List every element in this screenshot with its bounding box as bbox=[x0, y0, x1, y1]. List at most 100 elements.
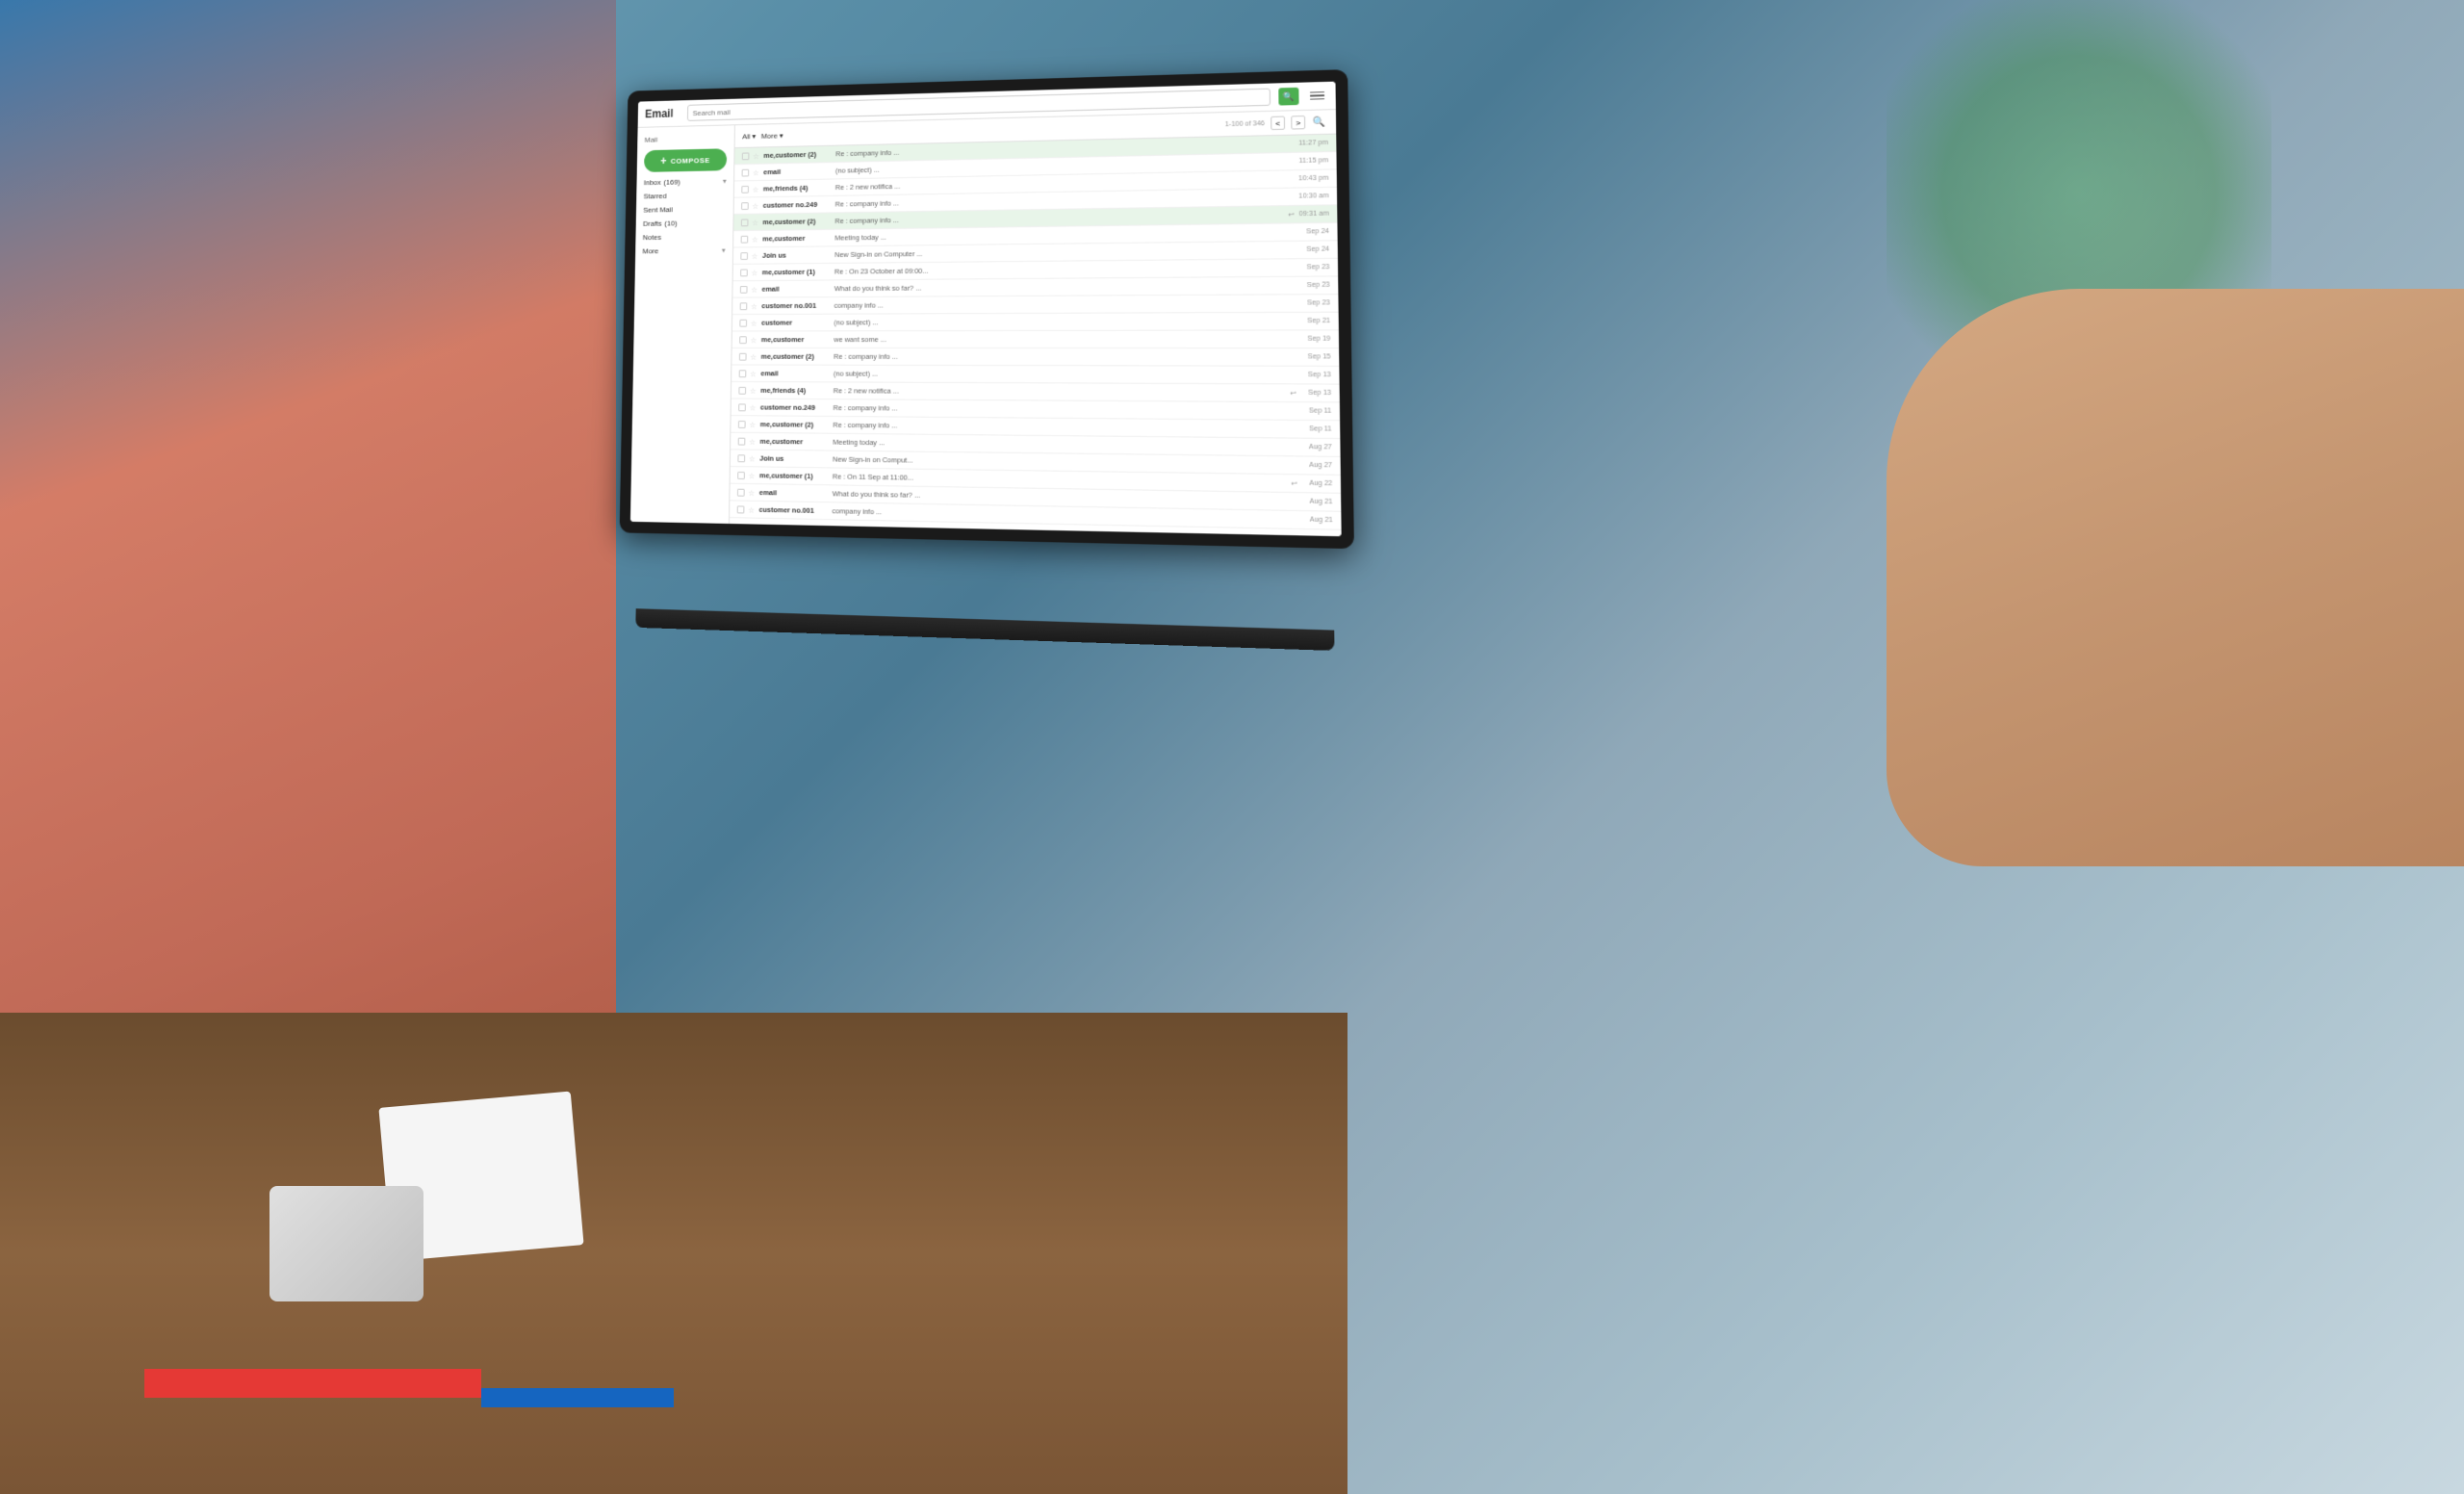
email-time: 10:30 am bbox=[1297, 193, 1328, 200]
email-checkbox[interactable] bbox=[737, 488, 745, 496]
email-row[interactable]: ☆ customer no.001 company info ... Sep 2… bbox=[732, 295, 1339, 315]
email-body: Mail + COMPOSE Inbox (169) ▾ Starred bbox=[630, 110, 1342, 536]
email-sender: me,customer (1) bbox=[759, 471, 829, 480]
email-row[interactable]: ☆ me,customer (2) Re : company info ... … bbox=[732, 348, 1339, 367]
email-subject: Re : company info ... bbox=[833, 421, 1292, 433]
email-checkbox[interactable] bbox=[738, 386, 746, 394]
star-icon[interactable]: ☆ bbox=[752, 235, 759, 243]
email-time: Aug 27 bbox=[1300, 444, 1331, 451]
email-time: Sep 24 bbox=[1298, 228, 1329, 236]
email-row[interactable]: ☆ me,customer we want some ... Sep 19 bbox=[732, 330, 1340, 348]
menu-button[interactable] bbox=[1307, 87, 1327, 105]
prev-page-button[interactable]: < bbox=[1270, 116, 1285, 131]
sidebar-starred-label: Starred bbox=[643, 192, 666, 200]
star-icon[interactable]: ☆ bbox=[751, 319, 758, 326]
email-sender: email bbox=[763, 167, 832, 176]
star-icon[interactable]: ☆ bbox=[749, 437, 757, 445]
email-sender: email bbox=[760, 369, 830, 377]
chevron-right-icon: > bbox=[1296, 118, 1300, 127]
email-sender: customer no.001 bbox=[761, 301, 831, 310]
star-icon[interactable]: ☆ bbox=[752, 219, 759, 226]
email-checkbox[interactable] bbox=[740, 269, 748, 276]
star-icon[interactable]: ☆ bbox=[750, 336, 757, 344]
email-checkbox[interactable] bbox=[740, 302, 748, 310]
next-page-button[interactable]: > bbox=[1291, 116, 1305, 130]
email-checkbox[interactable] bbox=[739, 319, 747, 326]
laptop-screen: Email 🔍 Mail bbox=[630, 82, 1342, 537]
email-sender: customer bbox=[761, 319, 831, 327]
email-subject: New Sign-in on Computer ... bbox=[834, 245, 1291, 259]
email-checkbox[interactable] bbox=[741, 185, 749, 193]
star-icon[interactable]: ☆ bbox=[753, 168, 760, 176]
email-sender: me,customer (2) bbox=[762, 217, 831, 226]
email-time: Sep 23 bbox=[1299, 282, 1330, 289]
email-subject: What do you think so far? ... bbox=[834, 281, 1291, 293]
more-dropdown[interactable]: More ▾ bbox=[761, 131, 783, 140]
email-checkbox[interactable] bbox=[737, 505, 745, 513]
star-icon[interactable]: ☆ bbox=[751, 285, 758, 293]
star-icon[interactable]: ☆ bbox=[749, 472, 757, 479]
email-row[interactable]: ☆ customer (no subject) ... Sep 21 bbox=[732, 313, 1339, 332]
compose-label: COMPOSE bbox=[671, 156, 710, 165]
reply-icon: ↩ bbox=[1291, 479, 1296, 487]
reply-icon: ↩ bbox=[1290, 389, 1296, 397]
email-app: Email 🔍 Mail bbox=[630, 82, 1342, 537]
star-icon[interactable]: ☆ bbox=[750, 403, 757, 411]
toolbar-spacer bbox=[788, 124, 1219, 135]
email-subject: company info ... bbox=[834, 298, 1292, 309]
email-checkbox[interactable] bbox=[738, 437, 746, 445]
compose-button[interactable]: + COMPOSE bbox=[644, 148, 727, 172]
star-icon[interactable]: ☆ bbox=[750, 386, 757, 394]
email-checkbox[interactable] bbox=[741, 202, 749, 210]
email-checkbox[interactable] bbox=[739, 370, 747, 377]
hamburger-line-1 bbox=[1310, 91, 1324, 93]
email-checkbox[interactable] bbox=[742, 168, 750, 176]
sidebar-more-arrow: ▾ bbox=[722, 246, 726, 255]
email-checkbox[interactable] bbox=[739, 352, 747, 360]
star-icon[interactable]: ☆ bbox=[748, 505, 756, 513]
search-button[interactable]: 🔍 bbox=[1278, 88, 1298, 106]
email-checkbox[interactable] bbox=[741, 219, 749, 226]
sidebar-item-sent[interactable]: Sent Mail bbox=[636, 202, 733, 218]
toolbar-search-icon: 🔍 bbox=[1313, 116, 1325, 128]
star-icon[interactable]: ☆ bbox=[750, 352, 757, 360]
sidebar-item-drafts[interactable]: Drafts (10) bbox=[636, 216, 733, 231]
star-icon[interactable]: ☆ bbox=[748, 488, 756, 496]
select-label: All bbox=[742, 132, 750, 141]
email-subject: company info ... bbox=[833, 506, 1294, 524]
star-icon[interactable]: ☆ bbox=[750, 370, 757, 377]
sidebar-item-notes[interactable]: Notes bbox=[635, 229, 732, 245]
email-checkbox[interactable] bbox=[737, 454, 745, 462]
sidebar-sent-label: Sent Mail bbox=[643, 205, 673, 214]
star-icon[interactable]: ☆ bbox=[749, 454, 757, 462]
email-sender: customer no.249 bbox=[760, 403, 830, 412]
email-checkbox[interactable] bbox=[739, 336, 747, 344]
reply-icon: ↩ bbox=[1288, 211, 1294, 219]
star-icon[interactable]: ☆ bbox=[751, 302, 758, 310]
sidebar-inbox-count: (169) bbox=[663, 178, 680, 187]
red-folder bbox=[144, 1369, 481, 1398]
select-dropdown[interactable]: All ▾ bbox=[742, 132, 756, 141]
email-time: 09:31 am bbox=[1298, 211, 1329, 219]
star-icon[interactable]: ☆ bbox=[753, 185, 760, 193]
star-icon[interactable]: ☆ bbox=[752, 252, 759, 260]
email-checkbox[interactable] bbox=[738, 421, 746, 428]
email-checkbox[interactable] bbox=[741, 235, 749, 243]
email-time: Aug 22 bbox=[1301, 480, 1332, 488]
email-subject: Re : On 11 Sep at 11:00... bbox=[833, 472, 1287, 487]
sidebar-item-more[interactable]: More ▾ bbox=[635, 244, 732, 258]
star-icon[interactable]: ☆ bbox=[753, 152, 760, 160]
email-time: Sep 13 bbox=[1300, 390, 1331, 397]
star-icon[interactable]: ☆ bbox=[749, 421, 757, 428]
email-checkbox[interactable] bbox=[740, 285, 748, 293]
sidebar-drafts-count: (10) bbox=[664, 219, 677, 228]
email-checkbox[interactable] bbox=[742, 152, 750, 160]
camera bbox=[270, 1186, 424, 1301]
email-checkbox[interactable] bbox=[737, 471, 745, 478]
star-icon[interactable]: ☆ bbox=[752, 202, 759, 210]
email-sender: me,friends (4) bbox=[760, 386, 830, 395]
email-checkbox[interactable] bbox=[740, 252, 748, 260]
toolbar-search-button[interactable]: 🔍 bbox=[1311, 114, 1327, 130]
star-icon[interactable]: ☆ bbox=[751, 269, 758, 276]
email-checkbox[interactable] bbox=[738, 403, 746, 411]
